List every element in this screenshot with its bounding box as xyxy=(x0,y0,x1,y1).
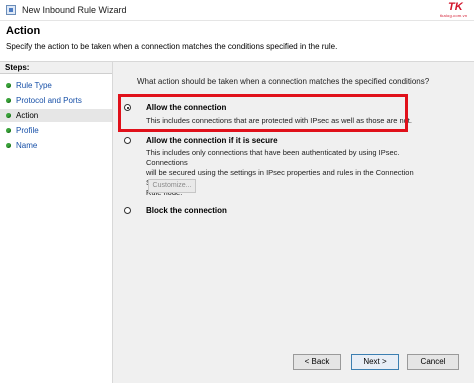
step-bullet-icon xyxy=(6,128,11,133)
sidebar-item-protocol-and-ports[interactable]: Protocol and Ports xyxy=(0,94,112,107)
sidebar-item-label: Protocol and Ports xyxy=(16,96,82,105)
action-question: What action should be taken when a conne… xyxy=(137,77,430,86)
sidebar-item-name[interactable]: Name xyxy=(0,139,112,152)
sidebar-item-label: Name xyxy=(16,141,38,150)
back-button[interactable]: < Back xyxy=(293,354,341,370)
window-icon xyxy=(6,5,16,15)
sidebar-item-label: Action xyxy=(16,111,39,120)
sidebar-item-label: Rule Type xyxy=(16,81,52,90)
sidebar-item-action[interactable]: Action xyxy=(0,109,112,122)
steps-heading: Steps: xyxy=(0,62,112,74)
title-bar: New Inbound Rule Wizard TK tkalog.com.vn xyxy=(0,0,474,21)
main-panel: What action should be taken when a conne… xyxy=(113,62,474,383)
block-connection-radio[interactable] xyxy=(124,207,131,214)
allow-if-secure-description-line: This includes only connections that have… xyxy=(146,148,400,167)
page-title: Action xyxy=(6,25,41,37)
step-bullet-icon xyxy=(6,113,11,118)
step-bullet-icon xyxy=(6,83,11,88)
watermark-mark: TK xyxy=(448,1,463,13)
sidebar-item-rule-type[interactable]: Rule Type xyxy=(0,79,112,92)
steps-sidebar: Steps: Rule Type Protocol and Ports Acti… xyxy=(0,62,113,383)
block-connection-label[interactable]: Block the connection xyxy=(146,206,227,215)
window-title: New Inbound Rule Wizard xyxy=(22,5,127,15)
cancel-button[interactable]: Cancel xyxy=(407,354,459,370)
next-button[interactable]: Next > xyxy=(351,354,399,370)
allow-if-secure-radio[interactable] xyxy=(124,137,131,144)
step-bullet-icon xyxy=(6,143,11,148)
steps-heading-label: Steps: xyxy=(5,63,30,72)
sidebar-item-label: Profile xyxy=(16,126,39,135)
highlight-box xyxy=(118,94,408,132)
watermark-logo: TK tkalog.com.vn xyxy=(440,1,472,19)
watermark-sub: tkalog.com.vn xyxy=(440,13,468,18)
page-description: Specify the action to be taken when a co… xyxy=(6,42,338,51)
allow-if-secure-label[interactable]: Allow the connection if it is secure xyxy=(146,136,278,145)
page-header: Action Specify the action to be taken wh… xyxy=(0,21,474,62)
sidebar-item-profile[interactable]: Profile xyxy=(0,124,112,137)
step-bullet-icon xyxy=(6,98,11,103)
customize-button[interactable]: Customize... xyxy=(148,179,196,193)
